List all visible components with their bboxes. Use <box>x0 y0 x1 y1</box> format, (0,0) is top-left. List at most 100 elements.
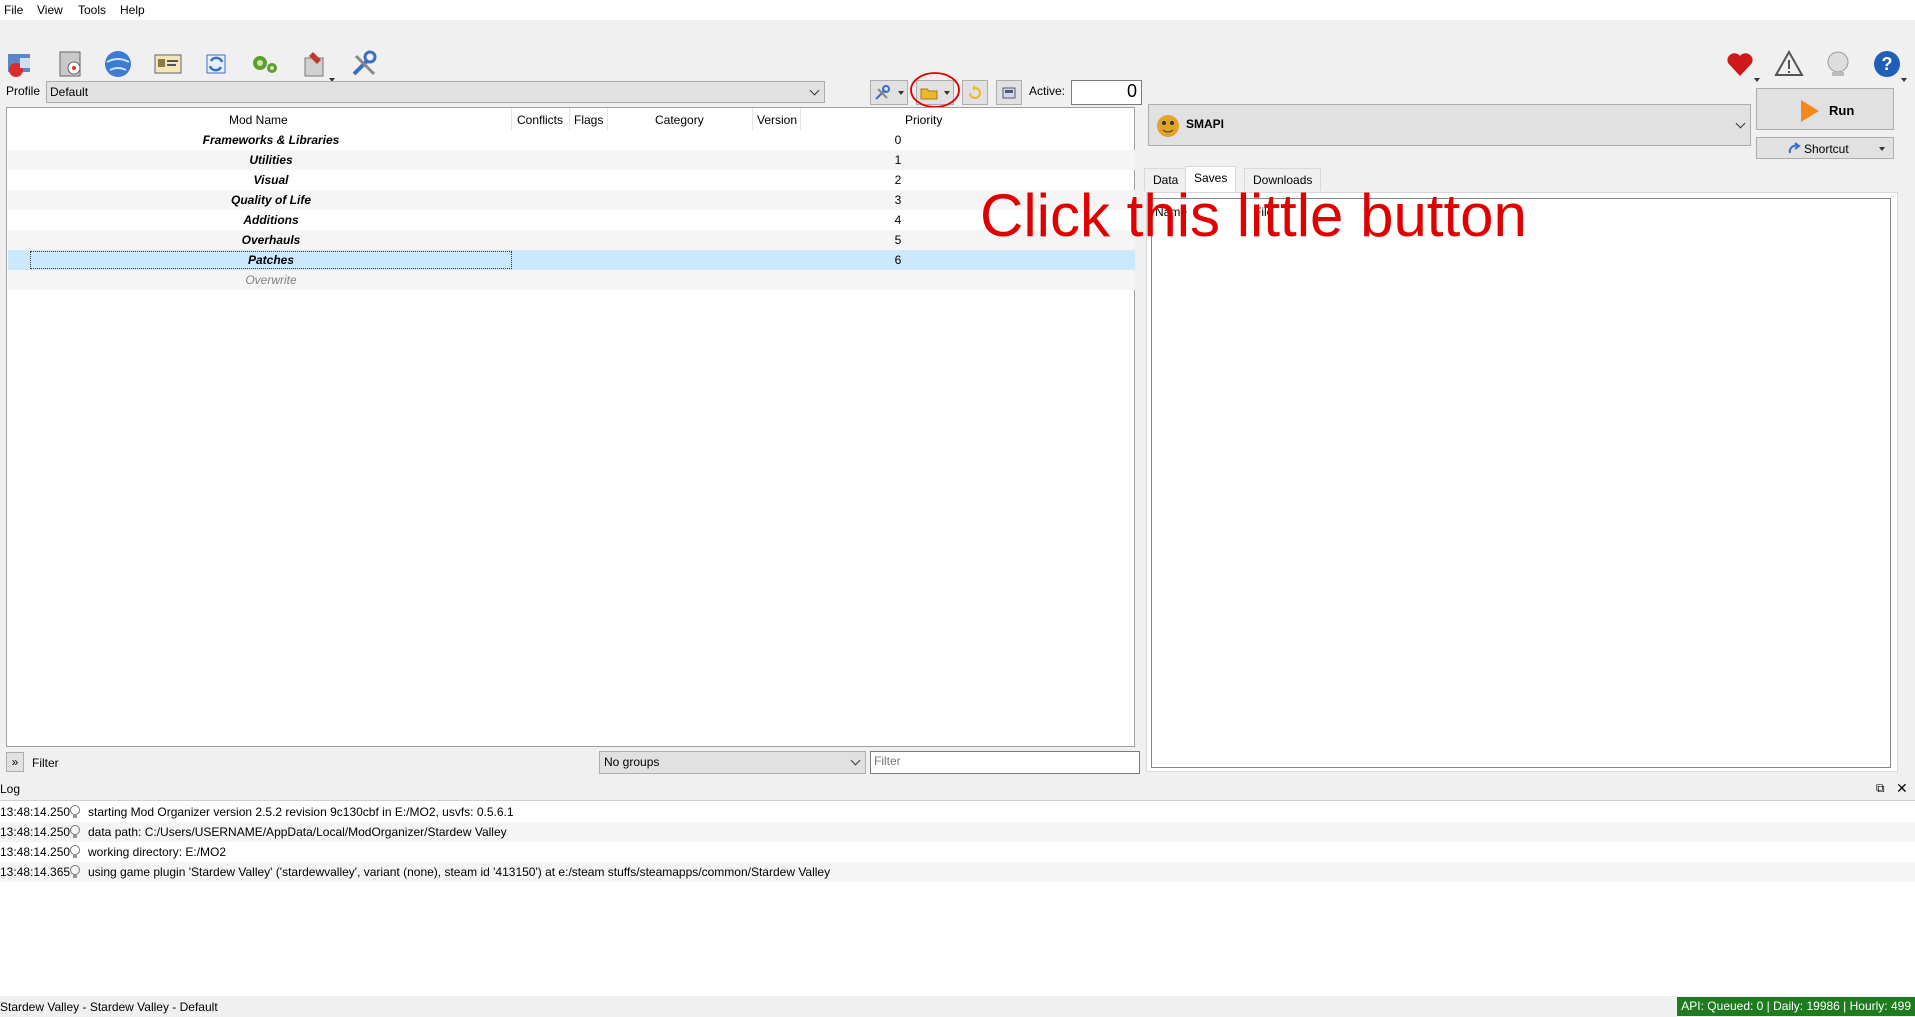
update-icon[interactable] <box>1820 46 1856 82</box>
problems-warning-icon[interactable] <box>1771 46 1807 82</box>
menu-tools[interactable]: Tools <box>78 3 106 17</box>
tools-icon[interactable] <box>297 46 335 82</box>
settings-icon[interactable] <box>346 46 382 82</box>
log-message: starting Mod Organizer version 2.5.2 rev… <box>88 805 514 819</box>
play-icon <box>1801 100 1819 122</box>
float-icon[interactable]: ⧉ <box>1876 781 1885 796</box>
mod-filter-input[interactable]: Filter <box>870 751 1140 774</box>
restore-backup-button[interactable] <box>962 80 988 105</box>
restore-icon <box>969 84 981 99</box>
create-backup-button[interactable] <box>996 80 1022 105</box>
mod-priority: 2 <box>894 173 902 187</box>
chevron-down-icon <box>809 85 820 96</box>
api-status-badge: API: Queued: 0 | Daily: 19986 | Hourly: … <box>1677 997 1915 1016</box>
column-divider <box>752 108 753 130</box>
col-flags[interactable]: Flags <box>574 113 603 127</box>
chevron-down-icon <box>1754 78 1760 82</box>
menu-file[interactable]: File <box>4 3 23 17</box>
chevron-down-icon <box>850 755 861 766</box>
executable-name: SMAPI <box>1186 117 1225 131</box>
table-row[interactable]: Frameworks & Libraries 0 <box>8 130 1135 150</box>
profile-label: Profile <box>6 84 41 98</box>
mod-name: Patches <box>247 253 295 267</box>
executables-icon[interactable] <box>247 46 283 82</box>
profile-value: Default <box>50 85 89 99</box>
status-text: Stardew Valley - Stardew Valley - Defaul… <box>0 1000 218 1014</box>
col-priority[interactable]: Priority <box>905 113 942 127</box>
filter-label: Filter <box>32 756 59 770</box>
shortcut-button[interactable]: Shortcut <box>1756 137 1894 159</box>
column-divider <box>569 108 570 130</box>
log-message: data path: C:/Users/USERNAME/AppData/Loc… <box>88 825 507 839</box>
log-time: 13:48:14.365 <box>0 865 71 879</box>
log-list[interactable]: 13:48:14.250 starting Mod Organizer vers… <box>0 800 1915 996</box>
mod-name: Visual <box>253 173 289 187</box>
instance-manager-icon[interactable] <box>2 46 38 82</box>
mod-name: Additions <box>243 213 299 227</box>
table-row[interactable]: Overwrite <box>8 270 1135 290</box>
profile-select[interactable]: Default <box>46 81 825 103</box>
log-header: Log ⧉ ✕ <box>0 779 1915 799</box>
mod-priority: 0 <box>894 133 902 147</box>
log-message: using game plugin 'Stardew Valley' ('sta… <box>88 865 831 879</box>
menu-view[interactable]: View <box>37 3 63 17</box>
col-version[interactable]: Version <box>757 113 797 127</box>
run-button[interactable]: Run <box>1756 88 1894 130</box>
table-row[interactable]: Utilities 1 <box>8 150 1135 170</box>
col-mod-name[interactable]: Mod Name <box>229 113 288 127</box>
mod-name: Overwrite <box>245 273 297 287</box>
mod-priority: 1 <box>894 153 902 167</box>
annotation-circle <box>910 72 960 108</box>
table-row-selected[interactable]: Patches 6 <box>8 250 1135 270</box>
table-row[interactable]: Additions 4 <box>8 210 1135 230</box>
mod-list-header: Mod Name Conflicts Flags Category Versio… <box>7 108 1134 130</box>
log-time: 13:48:14.250 <box>0 825 71 839</box>
table-row[interactable]: Overhauls 5 <box>8 230 1135 250</box>
filter-toggle-button[interactable]: » <box>6 752 24 772</box>
help-icon[interactable]: ? <box>1869 46 1907 82</box>
shortcut-label: Shortcut <box>1804 142 1849 156</box>
groups-value: No groups <box>604 755 660 769</box>
info-bulb-icon <box>70 825 80 838</box>
status-bar: Stardew Valley - Stardew Valley - Defaul… <box>0 996 1915 1017</box>
chevron-down-icon <box>898 90 904 95</box>
col-conflicts[interactable]: Conflicts <box>517 113 563 127</box>
log-title: Log <box>0 782 21 796</box>
close-icon[interactable]: ✕ <box>1896 780 1908 797</box>
profiles-icon[interactable] <box>150 46 186 82</box>
column-divider <box>607 108 608 130</box>
menu-bar: File View Tools Help <box>0 0 1915 20</box>
menu-help[interactable]: Help <box>120 3 145 17</box>
mod-name: Overhauls <box>241 233 301 247</box>
groups-select[interactable]: No groups <box>599 751 866 774</box>
annotation-text: Click this little button <box>980 182 1527 249</box>
shortcut-icon <box>1788 142 1801 154</box>
mod-name: Quality of Life <box>230 193 311 207</box>
refresh-icon[interactable] <box>198 46 234 82</box>
smapi-icon <box>1157 115 1179 137</box>
active-label: Active: <box>1029 84 1066 98</box>
log-time: 13:48:14.250 <box>0 845 71 859</box>
column-divider <box>511 108 512 130</box>
nexus-globe-icon[interactable] <box>100 46 136 82</box>
log-entry: 13:48:14.250 working directory: E:/MO2 <box>0 842 1915 862</box>
install-mod-icon[interactable] <box>52 46 88 82</box>
chevron-down-icon <box>1901 78 1907 82</box>
log-message: working directory: E:/MO2 <box>88 845 227 859</box>
mod-name: Frameworks & Libraries <box>202 133 340 147</box>
col-category[interactable]: Category <box>655 113 704 127</box>
mod-actions-button[interactable] <box>870 80 908 105</box>
endorse-heart-icon[interactable] <box>1722 46 1760 82</box>
svg-text:?: ? <box>1882 54 1893 74</box>
executable-select[interactable]: SMAPI <box>1148 104 1751 146</box>
info-bulb-icon <box>70 845 80 858</box>
mod-priority: 4 <box>894 213 902 227</box>
table-row[interactable]: Quality of Life 3 <box>8 190 1135 210</box>
mod-priority: 6 <box>894 253 902 267</box>
mod-list[interactable]: Mod Name Conflicts Flags Category Versio… <box>6 107 1135 747</box>
saves-list[interactable]: Name File <box>1151 198 1891 768</box>
active-count-field: 0 <box>1071 80 1142 105</box>
table-row[interactable]: Visual 2 <box>8 170 1135 190</box>
run-label: Run <box>1829 103 1855 118</box>
backup-icon <box>1002 87 1016 98</box>
